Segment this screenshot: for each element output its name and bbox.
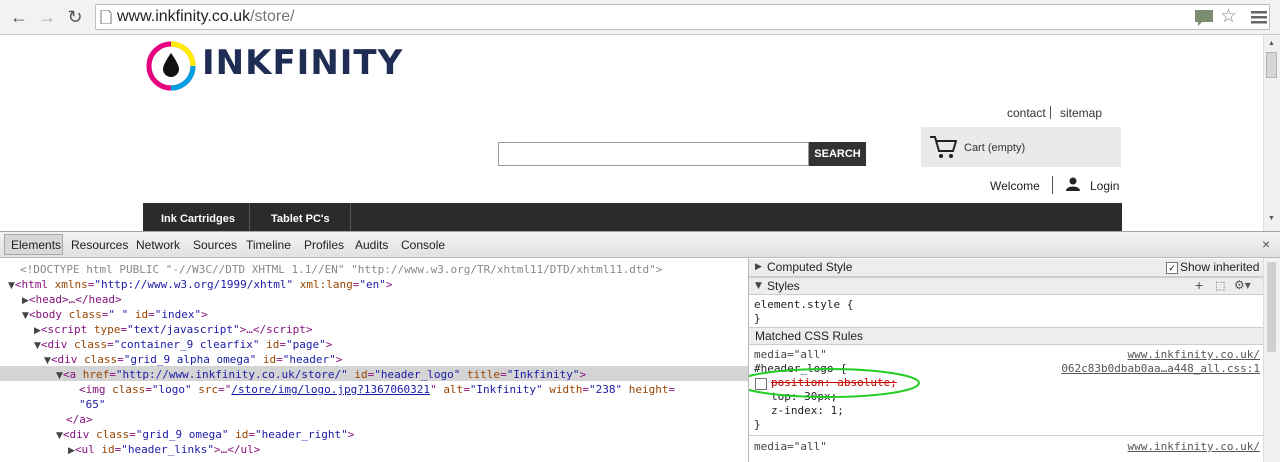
doctype-node[interactable]: <!DOCTYPE html PUBLIC "-//W3C//DTD XHTML… [20,262,662,277]
styles-header[interactable]: ▼ Styles + ⬚ ⚙▾ [749,277,1280,295]
welcome-text: Welcome [990,179,1040,193]
expand-triangle-icon[interactable]: ▶ [22,296,29,306]
link-divider [1050,106,1051,119]
scroll-down-icon[interactable]: ▼ [1268,215,1275,222]
scroll-up-icon[interactable]: ▲ [1268,40,1275,47]
img-height-value: "65" [79,398,106,411]
img-src-link[interactable]: /store/img/logo.jpg?1367060321 [231,383,430,396]
web-page: INKFINITY contact sitemap SEARCH Cart (e… [0,35,1263,231]
rule-media: media="all" [754,348,827,361]
sitemap-link[interactable]: sitemap [1060,106,1102,120]
back-icon[interactable]: ← [8,6,30,28]
tab-network[interactable]: Network [136,238,180,252]
logo-text[interactable]: INKFINITY [202,43,403,83]
prop-z-index[interactable]: z-index: 1; [771,404,844,418]
matched-css-rules-header: Matched CSS Rules [749,327,1280,345]
scroll-thumb[interactable] [1266,52,1277,78]
expand-triangle-icon[interactable]: ▶ [68,446,75,456]
add-rule-icon[interactable]: + [1195,277,1203,294]
bookmark-star-icon[interactable]: ☆ [1220,5,1237,28]
tab-audits[interactable]: Audits [355,238,388,252]
page-scrollbar[interactable]: ▲ ▼ [1263,35,1280,231]
html-node[interactable]: ▼<html xmlns="http://www.w3.org/1999/xht… [8,277,392,292]
search-button[interactable]: SEARCH [809,142,866,166]
main-nav: Ink Cartridges Tablet PC's [143,203,1122,231]
nav-tablet-pcs[interactable]: Tablet PC's [271,213,330,225]
show-inherited-label: Show inherited [1180,260,1260,274]
tab-elements[interactable]: Elements [11,238,61,252]
computed-style-label: Computed Style [767,260,853,274]
ul-header-links-node[interactable]: ▶<ul id="header_links">…</ul> [68,442,260,457]
rule-media-2: media="all" [754,440,827,453]
rule-source-file-link[interactable]: 062c83b0dbab0aa…a448_all.css:1 [1061,362,1260,375]
address-bar[interactable]: www.inkfinity.co.uk/store/ ☆ [95,4,1270,30]
tab-timeline[interactable]: Timeline [246,238,291,252]
expand-triangle-icon[interactable]: ▼ [22,311,29,321]
devtools-tabbar: Elements Resources Network Sources Timel… [0,232,1280,258]
styles-sidebar: ▶ Computed Style ✓ Show inherited ▼ Styl… [748,258,1280,462]
img-logo-node[interactable]: <img class="logo" src="/store/img/logo.j… [79,382,675,397]
styles-scroll-thumb[interactable] [1267,262,1276,352]
devtools-panel: Elements Resources Network Sources Timel… [0,231,1280,462]
rule-source-link-2[interactable]: www.inkfinity.co.uk/ [1128,440,1260,453]
nav-ink-cartridges[interactable]: Ink Cartridges [161,213,235,225]
search-input[interactable] [498,142,809,166]
contact-link[interactable]: contact [1007,106,1046,120]
expand-triangle-icon[interactable]: ▼ [44,356,51,366]
welcome-divider [1052,176,1053,194]
body-node[interactable]: ▼<body class=" " id="index"> [22,307,208,322]
extension-icon[interactable] [1194,9,1214,26]
expand-triangle-icon[interactable]: ▼ [755,278,762,295]
url-text: www.inkfinity.co.uk/store/ [117,8,295,26]
url-domain: www.inkfinity.co.uk [117,8,251,25]
expand-triangle-icon[interactable]: ▼ [8,281,15,291]
rule-close: } [754,418,761,431]
close-devtools-icon[interactable]: × [1262,236,1270,252]
rule-divider [749,435,1280,436]
cart-icon [930,136,957,158]
expand-triangle-icon[interactable]: ▼ [34,341,41,351]
tab-resources[interactable]: Resources [71,238,128,252]
element-state-icon[interactable]: ⬚ [1215,278,1225,295]
highlight-ellipse [749,368,920,398]
styles-label: Styles [767,279,800,293]
computed-style-header[interactable]: ▶ Computed Style ✓ Show inherited [749,259,1280,277]
show-inherited-checkbox[interactable]: ✓ [1166,262,1178,274]
nav-divider [249,203,250,231]
login-link[interactable]: Login [1090,179,1119,193]
head-node[interactable]: ▶<head>…</head> [22,292,122,307]
cart-label: Cart (empty) [964,142,1026,154]
expand-triangle-icon[interactable]: ▼ [56,371,63,381]
div-header-right-node[interactable]: ▼<div class="grid_9 omega" id="header_ri… [56,427,354,442]
collapse-triangle-icon[interactable]: ▶ [755,259,762,276]
elements-tree: <!DOCTYPE html PUBLIC "-//W3C//DTD XHTML… [0,258,748,462]
url-path: /store/ [250,8,295,25]
expand-triangle-icon[interactable]: ▼ [56,431,63,441]
matched-css-label: Matched CSS Rules [755,329,864,343]
nav-divider [350,203,351,231]
inkfinity-logo-icon[interactable] [146,41,198,93]
a-close-tag: </a> [66,413,93,426]
cart-block[interactable]: Cart (empty) [921,127,1121,167]
element-style-close: } [754,312,761,325]
settings-gear-icon[interactable]: ⚙▾ [1234,277,1251,294]
styles-scrollbar[interactable] [1263,258,1280,462]
tab-console[interactable]: Console [401,238,445,252]
a-header-logo-node[interactable]: ▼<a href="http://www.inkfinity.co.uk/sto… [56,367,586,382]
expand-triangle-icon[interactable]: ▶ [34,326,41,336]
page-icon [100,10,112,24]
script-node[interactable]: ▶<script type="text/javascript">…</scrip… [34,322,312,337]
browser-toolbar: ← → ↻ www.inkfinity.co.uk/store/ ☆ [0,0,1280,35]
rule-source-link[interactable]: www.inkfinity.co.uk/ [1128,348,1260,361]
reload-icon[interactable]: ↻ [64,6,86,28]
menu-icon[interactable] [1250,9,1268,25]
tab-profiles[interactable]: Profiles [304,238,344,252]
forward-icon[interactable]: → [36,6,58,28]
element-style-rule[interactable]: element.style { [754,298,853,312]
div-header-node[interactable]: ▼<div class="grid_9 alpha omega" id="hea… [44,352,342,367]
div-page-node[interactable]: ▼<div class="container_9 clearfix" id="p… [34,337,332,352]
user-icon [1066,177,1080,191]
tab-sources[interactable]: Sources [193,238,237,252]
